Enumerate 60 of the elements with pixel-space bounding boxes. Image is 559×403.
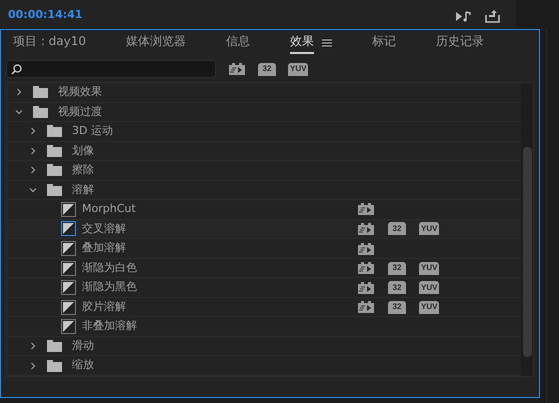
chevron-right-icon[interactable] [15,88,23,96]
folder-icon [47,340,62,352]
effect-type-badge: 32 [388,222,406,236]
chevron-right-icon[interactable] [29,146,37,155]
folder-icon [47,360,62,372]
folder-icon [47,144,62,157]
panel-tab[interactable]: 标记 [372,32,396,54]
effect-label[interactable]: 交叉溶解 [82,220,126,238]
effect-type-badge: 32 [258,62,276,76]
panel-tab[interactable]: 效果 [290,32,314,54]
accelerated-effect-icon [357,202,375,216]
effect-label[interactable]: 渐隐为白色 [82,260,137,276]
accelerated-effect-icon [357,261,375,276]
panel-tab[interactable]: 历史记录 [436,32,484,54]
accelerated-effect-icon [228,62,246,76]
timecode: 00:00:14:41 [8,6,82,22]
panel-tab[interactable]: 项目 : day10 [13,32,86,54]
panel-tab[interactable]: 媒体浏览器 [126,32,186,54]
folder-icon [33,106,48,118]
accelerated-effect-icon [357,242,375,256]
folder-label[interactable]: 3D 运动 [72,123,113,140]
folder-icon [47,125,62,138]
export-icon[interactable] [485,10,500,23]
folder-label[interactable]: 划像 [72,142,94,160]
effect-type-badge: YUV [419,281,440,294]
effect-label[interactable]: 渐隐为黑色 [82,279,137,296]
effect-type-badge: YUV [288,62,308,76]
folder-label[interactable]: 缩放 [72,357,94,374]
effect-type-badge: YUV [419,300,440,314]
menu-icon[interactable] [322,39,332,47]
effect-label[interactable]: 非叠加溶解 [82,318,137,335]
chevron-right-icon[interactable] [29,166,37,174]
folder-icon [33,86,48,98]
effect-label[interactable]: 叠加溶解 [82,240,126,257]
chevron-down-icon[interactable] [15,108,23,116]
folder-label[interactable]: 视频过渡 [58,104,102,120]
effect-type-badge: 32 [388,300,406,314]
effect-type-badge: 32 [388,262,406,275]
folder-icon [47,184,62,196]
chevron-right-icon[interactable] [29,342,37,350]
effect-type-badge: YUV [419,262,440,275]
folder-label[interactable]: 滑动 [72,338,94,354]
folder-label[interactable]: 溶解 [72,182,94,198]
effect-type-badge: YUV [419,222,440,236]
play-audio-icon[interactable] [455,10,473,23]
scrollbar-thumb[interactable] [522,147,532,357]
search-icon [11,64,22,74]
effect-label[interactable]: MorphCut [82,201,136,218]
effect-label[interactable]: 胶片溶解 [82,298,126,316]
folder-label[interactable]: 视频效果 [58,84,102,101]
accelerated-effect-icon [357,300,375,314]
panel-tab[interactable]: 信息 [226,32,250,54]
folder-label[interactable]: 擦除 [72,162,94,179]
chevron-right-icon[interactable] [29,362,37,370]
folder-icon [47,164,62,176]
chevron-down-icon[interactable] [29,186,37,194]
chevron-right-icon[interactable] [29,127,37,136]
effect-type-badge: 32 [388,281,406,294]
search-field[interactable] [6,60,216,78]
accelerated-effect-icon [357,280,375,295]
